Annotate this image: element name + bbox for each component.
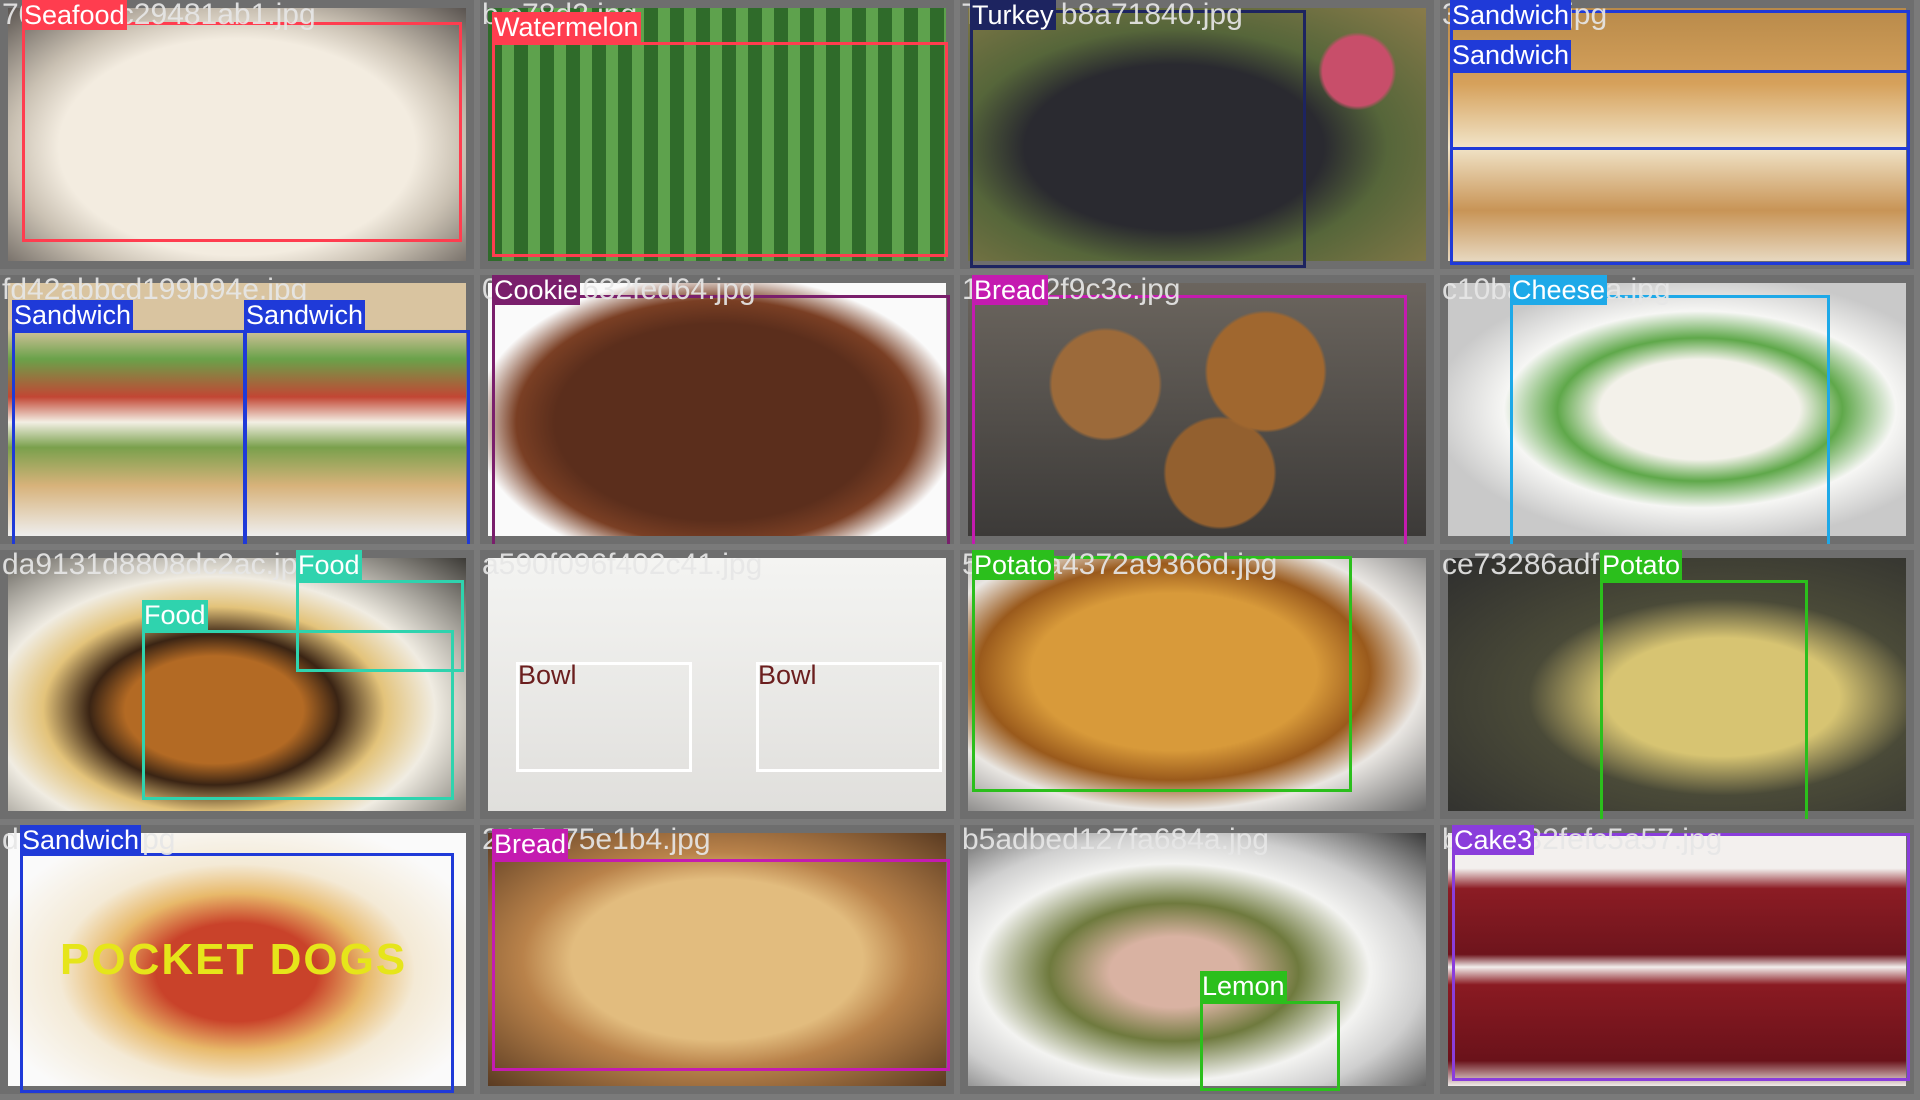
- tile-fries: 59091a4372a9366d.jpg Potato: [960, 550, 1434, 819]
- bounding-box: [12, 330, 246, 544]
- detection-label: Turkey: [970, 0, 1056, 30]
- detection-label: Bread: [972, 275, 1049, 305]
- bounding-box: [1200, 1001, 1340, 1091]
- tile-seafood: 708ab62c29481ab1.jpg Seafood: [0, 0, 474, 269]
- detection-label: Lemon: [1200, 971, 1287, 1001]
- bounding-box: [1452, 833, 1910, 1081]
- bounding-box: [972, 556, 1352, 792]
- detection-mosaic: 708ab62c29481ab1.jpgSeafoodb c78d2.jpgWa…: [0, 0, 1920, 1100]
- bounding-box: [20, 853, 454, 1093]
- detection-label: Sandwich: [1450, 0, 1572, 30]
- bounding-box: [1450, 10, 1910, 150]
- detection-label: Cake3: [1452, 825, 1535, 855]
- bounding-box: [970, 10, 1306, 268]
- bounding-box: [244, 330, 470, 544]
- bounding-box: [492, 42, 948, 257]
- detection-label: Potato: [972, 550, 1055, 580]
- detection-label: Sandwich: [20, 825, 142, 855]
- tile-sandwich-closeup: 3e337e7.jpgSandwichSandwich: [1440, 0, 1914, 269]
- tile-cake: b287732fefc5a57.jpg Cake3: [1440, 825, 1914, 1094]
- tile-flatbread: 24c5c75e1b4.jpg Bread: [480, 825, 954, 1094]
- tile-cookie: 0fb94f4632fed64.jpg Cookie: [480, 275, 954, 544]
- detection-label: Cheese: [1510, 275, 1608, 305]
- bounding-box: [492, 859, 950, 1071]
- detection-label: Bread: [492, 829, 569, 859]
- tile-watermelon: b c78d2.jpgWatermelon: [480, 0, 954, 269]
- bounding-box: [22, 22, 462, 242]
- detection-label: Food: [142, 600, 208, 630]
- tile-turkey: Turkey b8a71840.jpg Turkey: [960, 0, 1434, 269]
- detection-label: Watermelon: [492, 12, 641, 42]
- food-photo: [968, 833, 1426, 1086]
- bounding-box: [1510, 295, 1830, 544]
- detection-label: Cookie: [492, 275, 581, 305]
- bounding-box: [492, 295, 950, 544]
- detection-label: Sandwich: [12, 300, 134, 330]
- detection-label: Sandwich: [244, 300, 366, 330]
- tile-sandwich-halves: fd42abbcd199b94e.jpg Sandwich Sandwich: [0, 275, 474, 544]
- bounding-box: [1600, 580, 1808, 819]
- detection-label: Bowl: [518, 660, 577, 690]
- bounding-box: [972, 295, 1407, 544]
- tile-lemon-plate: b5adbed127fa684a.jpg Lemon: [960, 825, 1434, 1094]
- tile-burger: da9131d8808dc2ac.jpg Food Food: [0, 550, 474, 819]
- detection-label: Seafood: [22, 0, 127, 30]
- detection-label: Sandwich: [1450, 40, 1572, 70]
- detection-label: Potato: [1600, 550, 1683, 580]
- detection-label: Food: [296, 550, 362, 580]
- tile-bowls: a590f096f402c41.jpg Bowl Bowl: [480, 550, 954, 819]
- bounding-box: [296, 580, 464, 672]
- detection-label: Bowl: [758, 660, 817, 690]
- tile-bread-loaves: 19c842f9c3c.jpg Bread: [960, 275, 1434, 544]
- tile-potatoes: ce73286adf .jpg Potato: [1440, 550, 1914, 819]
- tile-hotdog: POCKET DOGSd a22a53.jpgSandwich: [0, 825, 474, 1094]
- tile-cheese: c10bac5367a.jpgCheese: [1440, 275, 1914, 544]
